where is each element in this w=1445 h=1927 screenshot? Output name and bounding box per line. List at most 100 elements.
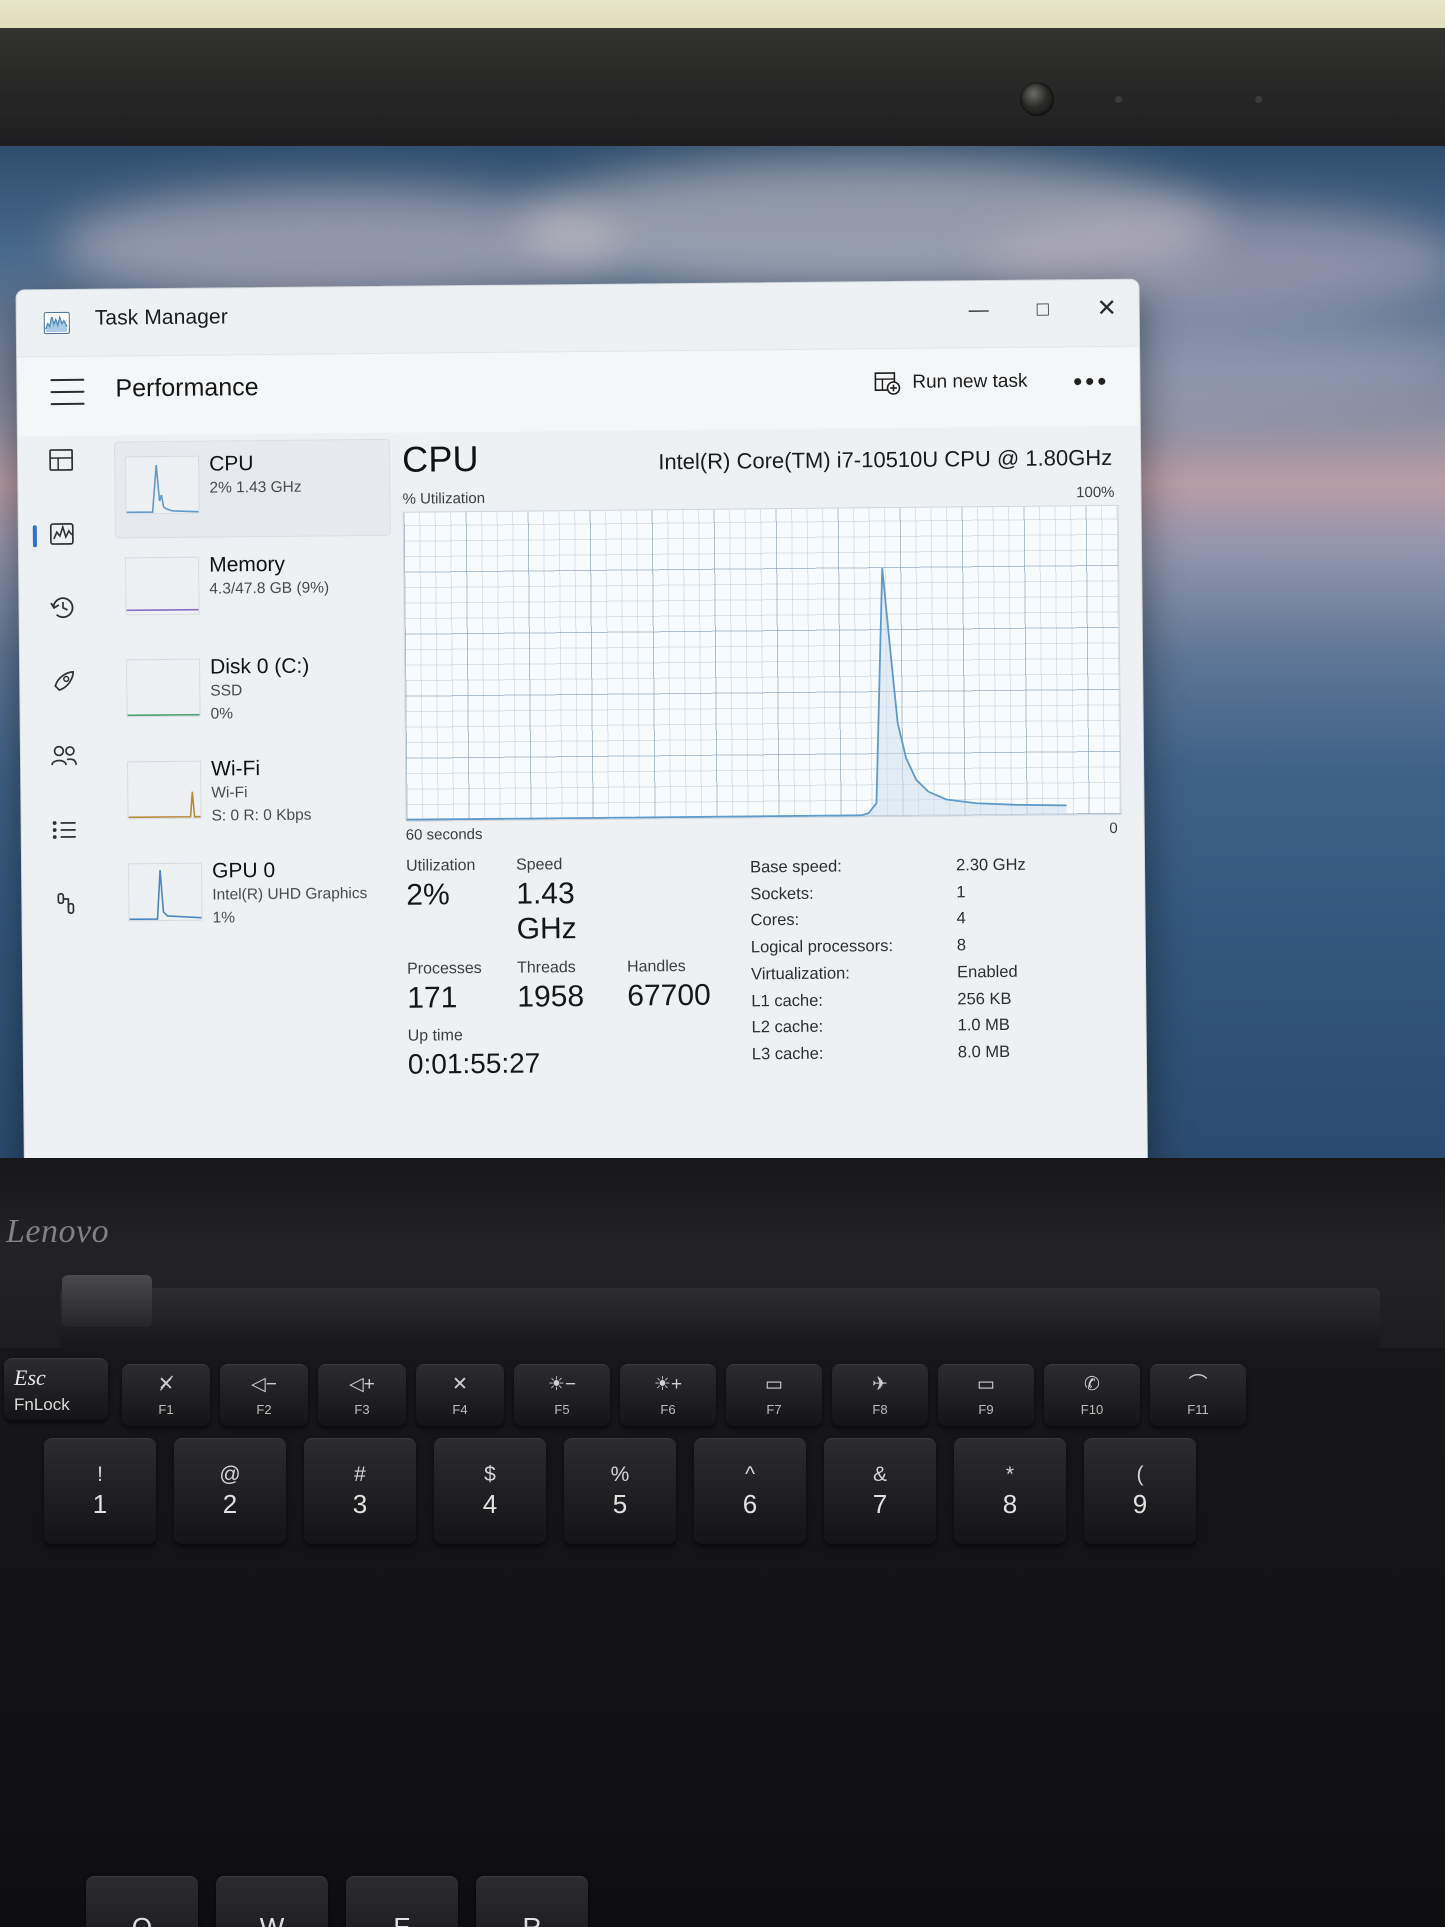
key-label: 7	[872, 1489, 888, 1519]
key-shift-label: ^	[745, 1463, 755, 1486]
memory-mini-graph	[125, 556, 200, 616]
key-9[interactable]: ( 9	[1084, 1438, 1196, 1544]
sidebar-item-performance[interactable]	[38, 514, 86, 558]
sidebar-item-processes[interactable]	[37, 440, 85, 484]
stat-label: Threads	[516, 958, 576, 977]
sidebar-item-details[interactable]	[40, 810, 88, 854]
key-label: 1	[92, 1489, 108, 1519]
stat-value: 2%	[406, 878, 450, 912]
graph-axis-bottom: 60 seconds 0	[406, 820, 1122, 844]
stat-label: Up time	[407, 1027, 463, 1045]
stat-speed: Speed 1.43 GHz	[516, 855, 637, 959]
info-key: Sockets:	[750, 884, 814, 904]
close-button[interactable]: ✕	[1074, 280, 1139, 339]
summary-card-gpu[interactable]: GPU 0 Intel(R) UHD Graphics 1%	[118, 847, 395, 947]
sidebar-item-services[interactable]	[41, 884, 89, 928]
laptop-hinge	[60, 1288, 1380, 1348]
summary-name: CPU	[209, 452, 254, 476]
key-4[interactable]: $ 4	[434, 1438, 546, 1544]
volume-down-key[interactable]: ◁− F2	[220, 1364, 308, 1426]
esc-key[interactable]: Esc FnLock	[4, 1358, 108, 1420]
call-end-key[interactable]: ⌒ F11	[1150, 1364, 1246, 1426]
key-8[interactable]: * 8	[954, 1438, 1066, 1544]
summary-card-disk[interactable]: Disk 0 (C:) SSD 0%	[116, 643, 393, 743]
mute-mic-key[interactable]: ✕̸ F1	[122, 1364, 210, 1426]
key-glyph: ▭	[977, 1373, 995, 1395]
more-options-button[interactable]: •••	[1073, 366, 1110, 396]
info-key: Cores:	[750, 911, 800, 930]
summary-card-wifi[interactable]: Wi-Fi Wi-Fi S: 0 R: 0 Kbps	[117, 745, 394, 845]
key-shift-label: !	[97, 1463, 103, 1486]
key-5[interactable]: % 5	[564, 1438, 676, 1544]
key-7[interactable]: & 7	[824, 1438, 936, 1544]
key-shift-label: %	[610, 1463, 630, 1486]
users-icon	[50, 742, 78, 773]
display-switch-key[interactable]: ▭ F7	[726, 1364, 822, 1426]
key-fn-label: F3	[354, 1401, 370, 1417]
info-value: 8	[956, 936, 967, 955]
y-axis-label: % Utilization	[402, 489, 486, 508]
brightness-down-key[interactable]: ☀− F5	[514, 1364, 610, 1426]
stat-value: 1958	[517, 979, 585, 1014]
laptop-hinge-tab	[62, 1275, 152, 1327]
window-controls: — □ ✕	[946, 280, 1139, 340]
command-bar: Performance Run new task •••	[17, 345, 1140, 437]
key-e[interactable]: E	[346, 1876, 458, 1927]
number-key-row: ! 1 @ 2 # 3 $ 4 % 5 ^ 6 & 7 * 8 (9	[44, 1438, 1196, 1544]
history-icon	[49, 594, 76, 626]
key-glyph: ✕̸	[158, 1373, 174, 1395]
key-r[interactable]: R	[476, 1876, 588, 1927]
summary-card-memory[interactable]: Memory 4.3/47.8 GB (9%)	[115, 541, 392, 641]
cpu-detail-pane: CPU Intel(R) Core(TM) i7-10510U CPU @ 1.…	[394, 426, 1148, 1232]
sidebar-item-startup-apps[interactable]	[39, 662, 87, 706]
key-shift-label: &	[872, 1463, 887, 1486]
key-q[interactable]: Q	[86, 1876, 198, 1927]
key-3[interactable]: # 3	[304, 1438, 416, 1544]
maximize-button[interactable]: □	[1010, 280, 1075, 339]
stats-row-3: Up time 0:01:55:27	[408, 1025, 739, 1093]
mute-key[interactable]: ✕ F4	[416, 1364, 504, 1426]
key-w[interactable]: W	[216, 1876, 328, 1927]
stats-row-1: Utilization 2% Speed 1.43 GHz	[406, 855, 737, 961]
window-body: CPU 2% 1.43 GHz Memory 4.3/47.8 GB (9%) …	[17, 425, 1148, 1235]
esc-key-label: Esc	[14, 1364, 46, 1390]
sidebar-item-app-history[interactable]	[38, 588, 86, 632]
volume-up-key[interactable]: ◁+ F3	[318, 1364, 406, 1426]
notifications-key[interactable]: ▭ F9	[938, 1364, 1034, 1426]
info-value: 1.0 MB	[957, 1016, 1010, 1035]
minimize-button[interactable]: —	[946, 281, 1011, 340]
summary-line1: 4.3/47.8 GB (9%)	[209, 579, 330, 598]
key-shift-label: #	[354, 1463, 366, 1486]
stat-label: Processes	[406, 959, 482, 978]
cpu-model-name: Intel(R) Core(TM) i7-10510U CPU @ 1.80GH…	[658, 444, 1113, 475]
key-glyph: ☀−	[547, 1373, 577, 1395]
call-answer-key[interactable]: ✆ F10	[1044, 1364, 1140, 1426]
info-key: L3 cache:	[751, 1044, 824, 1064]
hamburger-icon[interactable]	[50, 378, 85, 406]
airplane-mode-key[interactable]: ✈ F8	[832, 1364, 928, 1426]
info-value: 1	[956, 883, 966, 902]
resource-summary-list: CPU 2% 1.43 GHz Memory 4.3/47.8 GB (9%) …	[104, 433, 402, 1235]
summary-card-cpu[interactable]: CPU 2% 1.43 GHz	[113, 438, 391, 539]
cpu-system-info: Base speed: 2.30 GHz Sockets: 1 Cores: 4	[736, 851, 1124, 1090]
info-base-speed: Base speed: 2.30 GHz	[750, 851, 1122, 881]
run-new-task-button[interactable]: Run new task	[874, 370, 1028, 395]
key-label: W	[259, 1912, 285, 1927]
key-1[interactable]: ! 1	[44, 1438, 156, 1544]
info-key: L1 cache:	[751, 991, 824, 1010]
key-fn-label: F4	[452, 1401, 468, 1417]
cpu-mini-graph	[125, 455, 200, 515]
key-6[interactable]: ^ 6	[694, 1438, 806, 1544]
sidebar-item-users[interactable]	[40, 736, 88, 780]
key-glyph: ▭	[765, 1373, 783, 1395]
brightness-up-key[interactable]: ☀+ F6	[620, 1364, 716, 1426]
gpu-mini-graph	[128, 862, 203, 922]
stat-label: Speed	[515, 856, 563, 874]
page-title: Performance	[115, 373, 259, 403]
key-2[interactable]: @ 2	[174, 1438, 286, 1544]
summary-line1: SSD	[210, 682, 243, 700]
navigation-rail	[17, 435, 112, 1235]
stat-value: 67700	[627, 978, 711, 1013]
info-l2-cache: L2 cache: 1.0 MB	[751, 1011, 1123, 1041]
key-fn-label: F7	[766, 1401, 782, 1417]
